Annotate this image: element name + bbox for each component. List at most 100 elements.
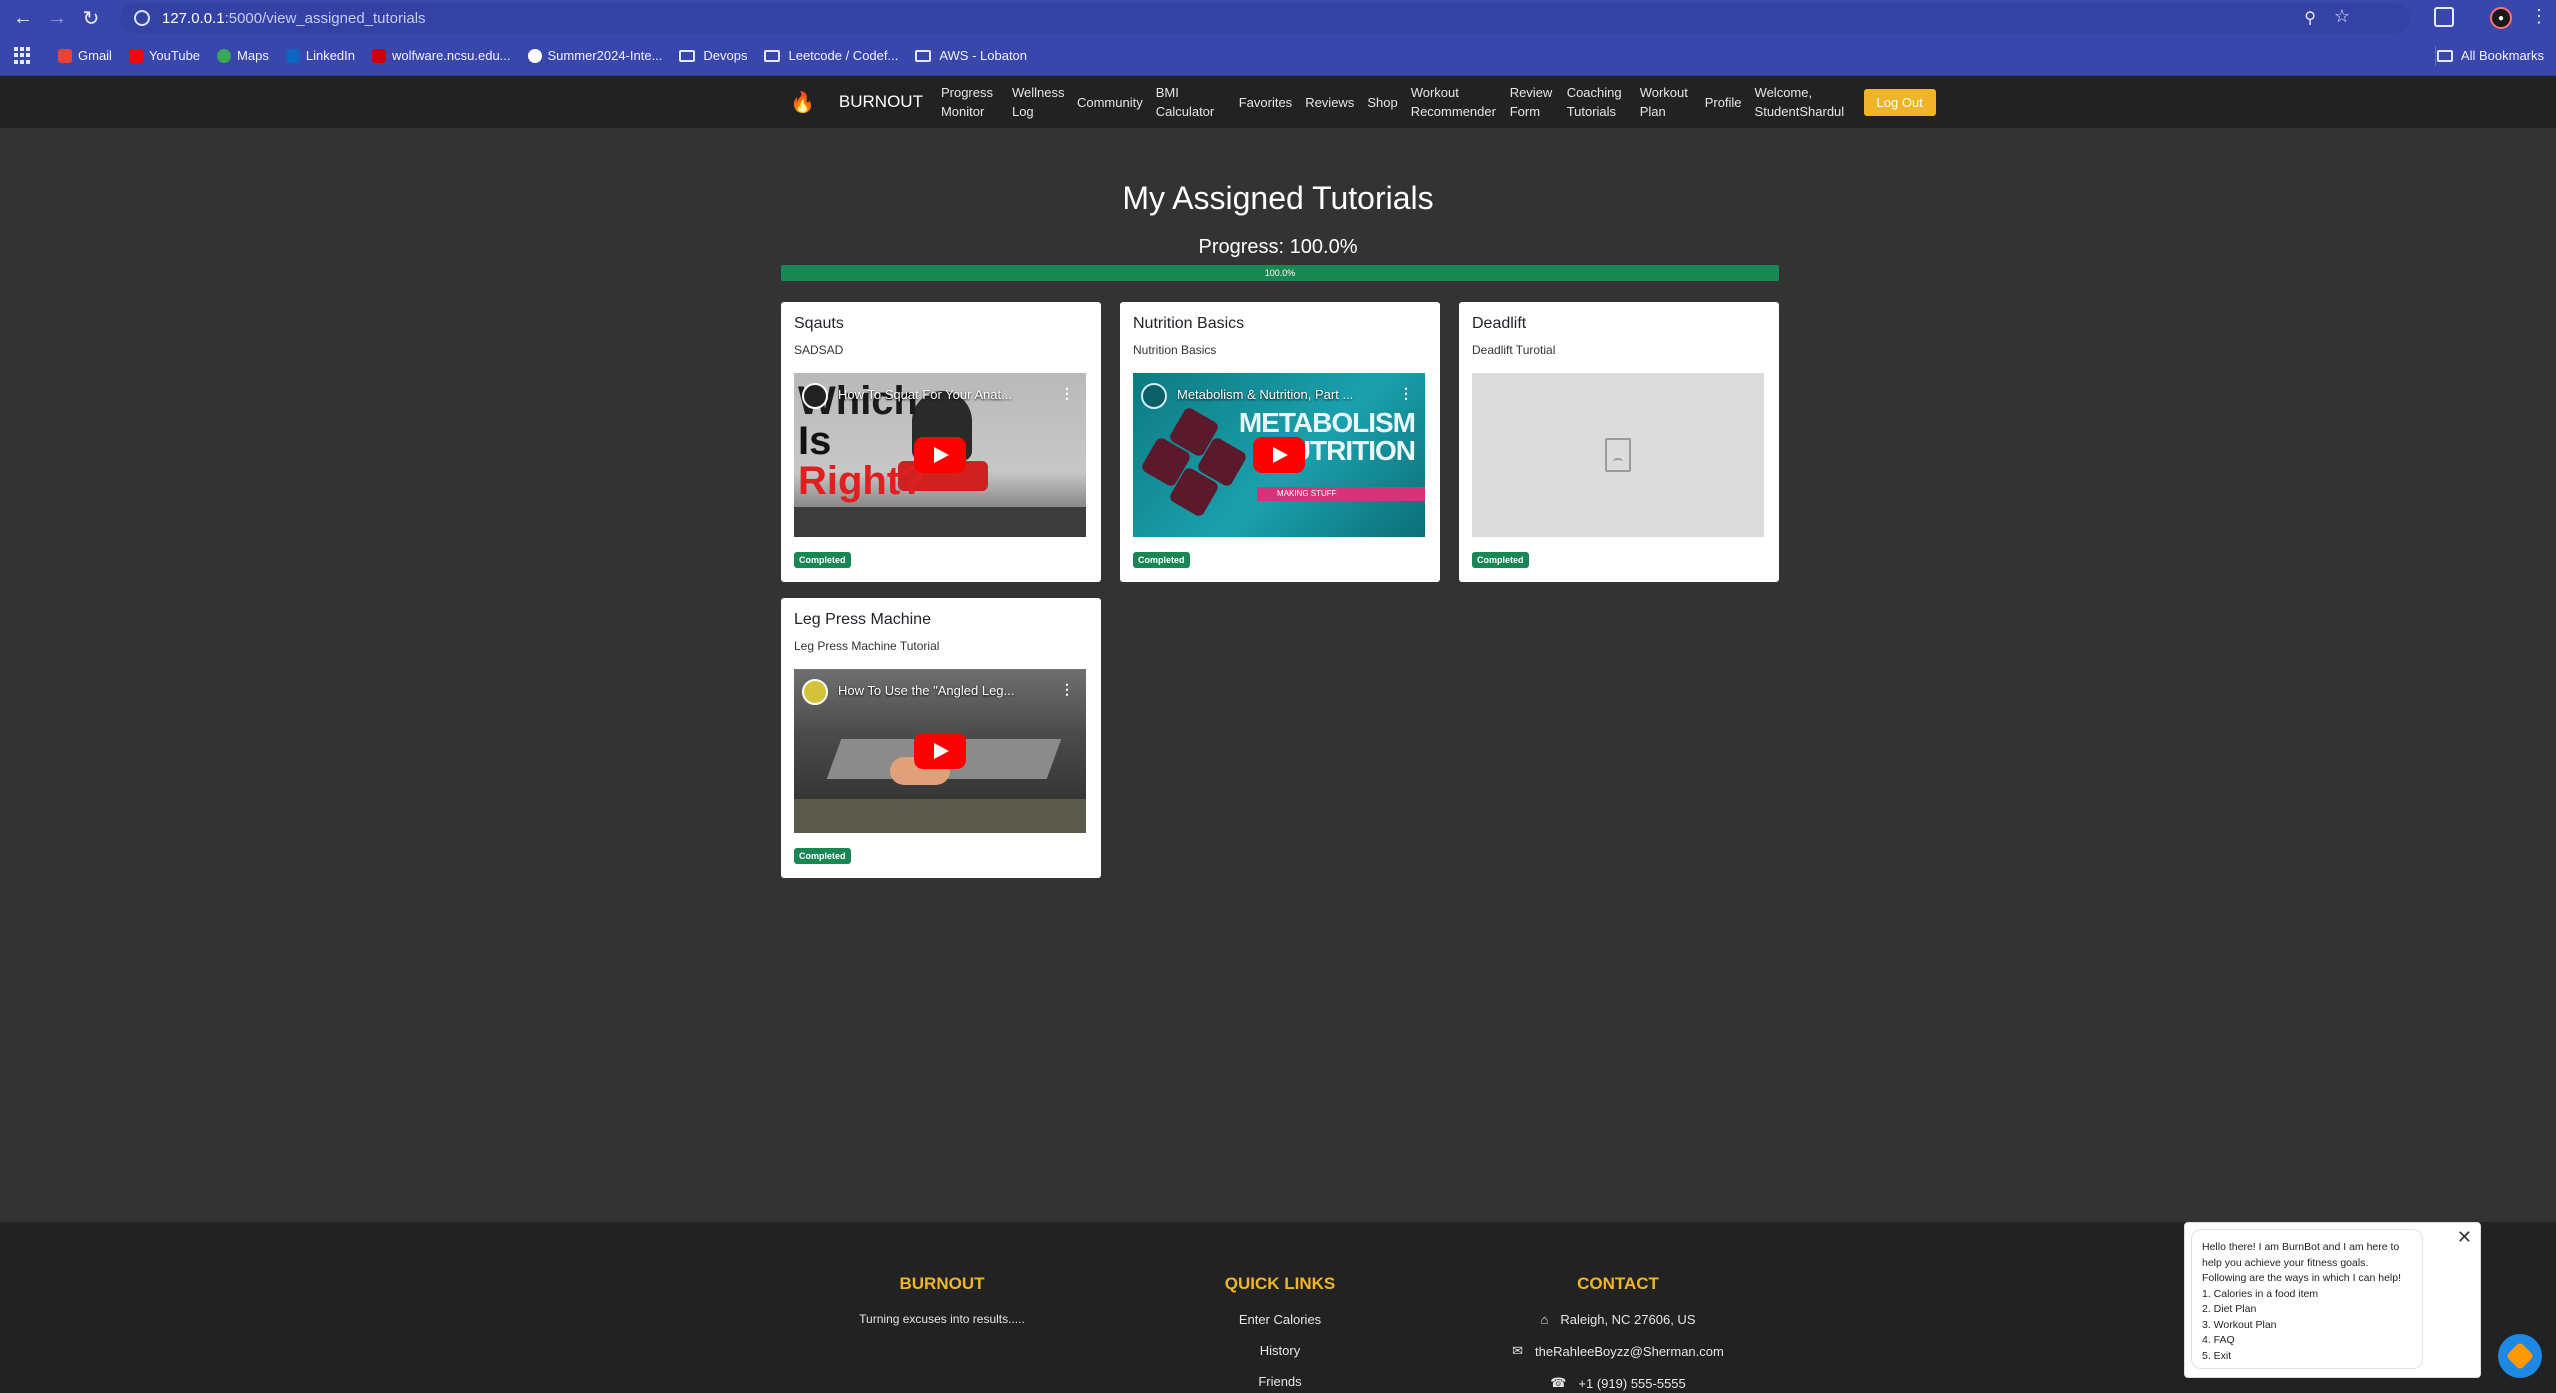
footer-link-history[interactable]: History (1180, 1343, 1380, 1358)
bookmark-star-icon[interactable]: ☆ (2334, 6, 2350, 27)
contact-phone[interactable]: ☎ +1 (919) 555-5555 (1468, 1375, 1768, 1391)
bookmark-maps[interactable]: Maps (217, 48, 269, 63)
forward-icon[interactable]: → (40, 1, 74, 35)
bookmark-folder-aws[interactable]: AWS - Lobaton (915, 48, 1027, 63)
chatbot-option[interactable]: 3. Workout Plan (2202, 1318, 2412, 1334)
nav-shop[interactable]: Shop (1367, 93, 1397, 112)
nav-reviews[interactable]: Reviews (1305, 93, 1354, 112)
browser-menu-icon[interactable]: ⋮ (2530, 6, 2548, 27)
status-badge: Completed (794, 552, 851, 568)
tutorial-title: Leg Press Machine (794, 611, 931, 628)
tutorial-video[interactable]: METABOLISM NUTRITION MAKING STUFF Metabo… (1133, 373, 1425, 537)
bookmarks-divider (2435, 46, 2436, 66)
footer-contact-heading: CONTACT (1577, 1274, 1659, 1293)
footer-quick-links: QUICK LINKS Enter Calories History Frien… (1180, 1274, 1380, 1393)
flame-logo-icon[interactable]: 🔥 (790, 90, 815, 115)
footer-links-heading: QUICK LINKS (1224, 1274, 1336, 1293)
bookmark-linkedin[interactable]: LinkedIn (285, 48, 355, 63)
folder-icon (764, 49, 781, 62)
play-icon[interactable] (1253, 437, 1305, 473)
welcome-text: Welcome, StudentShardul (1754, 85, 1845, 119)
bookmark-wolfware[interactable]: wolfware.ncsu.edu... (372, 48, 511, 63)
nav-workout-recommender[interactable]: Workout Recommender (1411, 83, 1497, 121)
tutorial-card: Deadlift Deadlift Turotial Completed (1459, 302, 1779, 582)
bookmark-youtube[interactable]: YouTube (128, 48, 200, 63)
all-bookmarks[interactable]: All Bookmarks (2436, 48, 2544, 63)
channel-avatar[interactable] (802, 679, 828, 705)
channel-avatar[interactable] (1141, 383, 1167, 409)
tutorial-card: Nutrition Basics Nutrition Basics METABO… (1120, 302, 1440, 582)
bookmark-gmail[interactable]: Gmail (58, 48, 112, 63)
brand-link[interactable]: BURNOUT (839, 92, 923, 112)
video-title[interactable]: Metabolism & Nutrition, Part ... (1177, 387, 1393, 402)
chatbot-option[interactable]: 4. FAQ (2202, 1333, 2412, 1349)
tutorial-title: Nutrition Basics (1133, 315, 1245, 332)
address-bar[interactable]: 127.0.0.1:5000/view_assigned_tutorials ⚲… (120, 3, 2410, 33)
video-menu-icon[interactable]: ⋮ (1060, 385, 1074, 402)
video-menu-icon[interactable]: ⋮ (1060, 681, 1074, 698)
nav-wellness-log[interactable]: Wellness Log (1012, 83, 1065, 121)
play-icon[interactable] (914, 437, 966, 473)
nav-workout-plan[interactable]: Workout Plan (1640, 83, 1692, 121)
tutorial-video[interactable]: How To Use the "Angled Leg... ⋮ (794, 669, 1086, 833)
back-icon[interactable]: ← (6, 1, 40, 35)
bookmark-github[interactable]: Summer2024-Inte... (527, 48, 662, 63)
video-title[interactable]: How To Squat For Your Anat... (838, 387, 1054, 402)
tutorial-title: Sqauts (794, 315, 844, 332)
extensions-icon[interactable] (2434, 7, 2454, 27)
footer-contact: CONTACT ⌂ Raleigh, NC 27606, US ✉ theRahle… (1468, 1274, 1768, 1393)
video-menu-icon[interactable]: ⋮ (1399, 385, 1413, 402)
bookmark-folder-devops[interactable]: Devops (679, 48, 747, 63)
gmail-icon (58, 48, 72, 63)
footer-brand-heading: BURNOUT (899, 1274, 985, 1293)
profile-avatar[interactable]: ● (2490, 7, 2512, 29)
footer-link-enter-calories[interactable]: Enter Calories (1180, 1312, 1380, 1327)
tutorial-description: Deadlift Turotial (1472, 343, 1556, 357)
tutorial-video[interactable]: Which Is Right? How To Squat For Your An… (794, 373, 1086, 537)
contact-address: ⌂ Raleigh, NC 27606, US (1540, 1312, 1696, 1327)
close-icon[interactable]: ✕ (2457, 1227, 2472, 1248)
chatbot-toggle-button[interactable] (2498, 1334, 2542, 1378)
wolfware-icon (372, 48, 386, 63)
chatbot-line: Following are the ways in which I can he… (2202, 1272, 2402, 1284)
status-badge: Completed (1133, 552, 1190, 568)
broken-document-icon (1605, 438, 1631, 472)
tutorial-card: Sqauts SADSAD Which Is Right? How To Squ… (781, 302, 1101, 582)
nav-progress-monitor[interactable]: Progress Monitor (941, 83, 999, 121)
nav-bmi-calculator[interactable]: BMI Calculator (1156, 83, 1226, 121)
video-thumbnail-floor (794, 507, 1086, 537)
nav-favorites[interactable]: Favorites (1239, 93, 1292, 112)
footer-tagline: Turning excuses into results..... (859, 1312, 1025, 1326)
chatbot-line: help you achieve your fitness goals. (2202, 1256, 2369, 1269)
chatbot-option[interactable]: 1. Calories in a food item (2202, 1287, 2412, 1303)
tutorial-card: Leg Press Machine Leg Press Machine Tuto… (781, 598, 1101, 878)
bookmark-folder-leetcode[interactable]: Leetcode / Codef... (764, 48, 898, 63)
contact-email[interactable]: ✉ theRahleeBoyzz@Sherman.com (1468, 1343, 1768, 1359)
app-navbar: 🔥 BURNOUT Progress Monitor Wellness Log … (0, 76, 2556, 128)
url-host: 127.0.0.1 (162, 9, 225, 27)
channel-avatar[interactable] (802, 383, 828, 409)
nav-coaching-tutorials[interactable]: Coaching Tutorials (1567, 83, 1627, 121)
play-icon[interactable] (914, 733, 966, 769)
folder-icon (679, 49, 696, 62)
nav-profile[interactable]: Profile (1705, 93, 1742, 112)
apps-grid-icon[interactable] (14, 46, 32, 65)
tutorial-video-broken[interactable] (1472, 373, 1764, 537)
logout-button[interactable]: Log Out (1863, 88, 1936, 116)
page-title: My Assigned Tutorials (1122, 180, 1434, 216)
chatbot-option[interactable]: 2. Diet Plan (2202, 1302, 2412, 1318)
site-info-icon[interactable] (134, 10, 150, 26)
browser-toolbar: ← → ↻ 127.0.0.1:5000/view_assigned_tutor… (0, 0, 2556, 36)
zoom-icon[interactable]: ⚲ (2304, 8, 2316, 28)
url-path: :5000/view_assigned_tutorials (224, 9, 426, 27)
chatbot-option[interactable]: 5. Exit (2202, 1349, 2412, 1365)
chatbot-panel: Hello there! I am BurnBot and I am here … (2184, 1222, 2481, 1378)
video-title[interactable]: How To Use the "Angled Leg... (838, 683, 1054, 698)
footer-link-friends[interactable]: Friends (1180, 1374, 1380, 1389)
nav-review-form[interactable]: Review Form (1510, 83, 1554, 121)
thumbnail-text: Is (798, 419, 832, 463)
nav-community[interactable]: Community (1077, 93, 1143, 112)
status-badge: Completed (1472, 552, 1529, 568)
reload-icon[interactable]: ↻ (74, 1, 108, 35)
progress-bar: 100.0% (781, 265, 1779, 281)
